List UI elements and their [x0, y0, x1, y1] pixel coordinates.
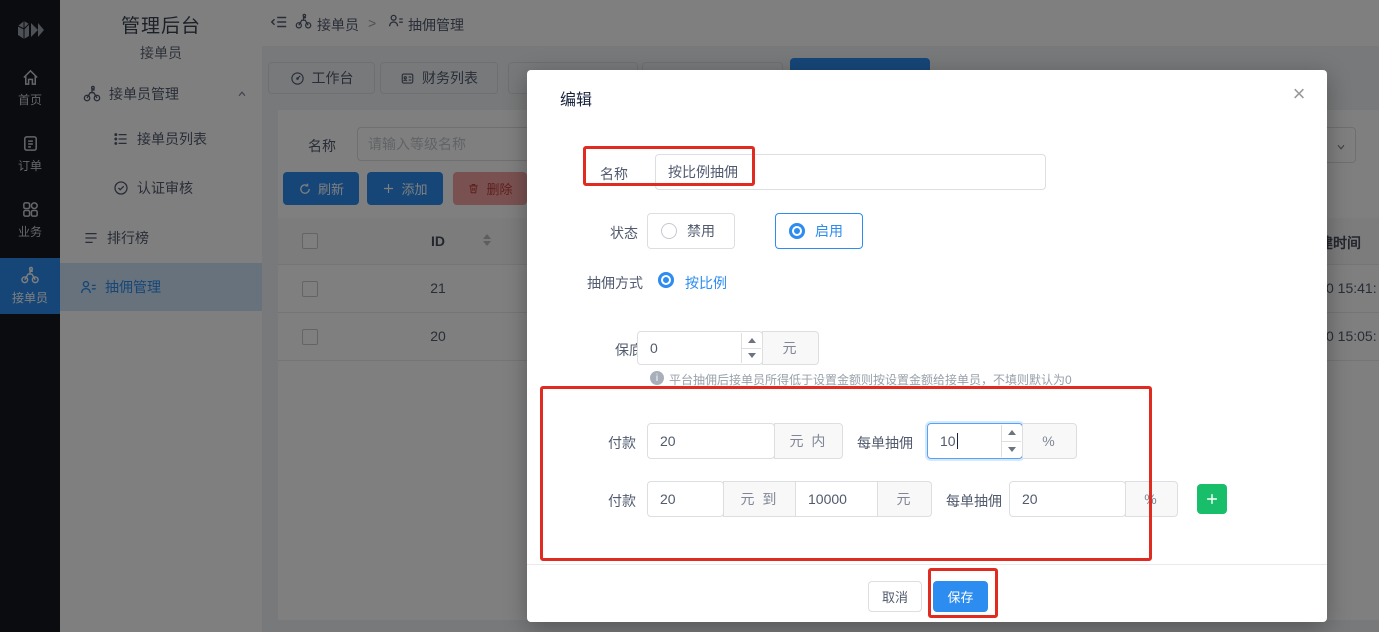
floor-input[interactable]: 0: [637, 331, 763, 365]
number-stepper[interactable]: [1001, 425, 1021, 457]
tier2-unit-mid-suffix: 元 到: [723, 481, 796, 517]
number-stepper[interactable]: [741, 333, 761, 363]
radio-on-icon[interactable]: [658, 272, 674, 288]
tier1-unit-suffix: 元 内: [774, 423, 843, 459]
floor-value: 0: [650, 340, 658, 356]
tier1-rate-unit-suffix: %: [1022, 423, 1077, 459]
screen: 首页 订单 业务 接单员 管理后台 接单员: [0, 0, 1379, 632]
tier2-pay-label: 付款: [608, 491, 636, 511]
name-input[interactable]: 按比例抽佣: [655, 154, 1046, 190]
save-button[interactable]: 保存: [933, 581, 988, 612]
floor-hint: 平台抽佣后接单员所得低于设置金额则按设置金额给接单员，不填则默认为0: [669, 371, 1072, 388]
status-off-label: 禁用: [687, 221, 715, 241]
floor-unit-suffix: 元: [762, 331, 819, 365]
tier2-rate-unit: %: [1144, 491, 1158, 507]
text-cursor: [957, 433, 958, 449]
tier2-from-input[interactable]: 20: [647, 481, 724, 517]
tier1-amount: 20: [660, 433, 676, 449]
close-icon[interactable]: ×: [1285, 80, 1313, 108]
radio-off-icon: [661, 223, 677, 239]
tier2-unit-end-suffix: 元: [877, 481, 932, 517]
tier2-from: 20: [660, 491, 676, 507]
tier1-rate-input[interactable]: 10: [927, 423, 1023, 459]
tier1-rate-unit: %: [1042, 433, 1056, 449]
tier2-rate-label: 每单抽佣: [946, 491, 1002, 511]
tier1-rate-label: 每单抽佣: [857, 433, 913, 453]
method-label: 抽佣方式: [587, 273, 643, 293]
name-value: 按比例抽佣: [668, 162, 738, 182]
tier2-to-input[interactable]: 10000: [795, 481, 878, 517]
edit-modal: 编辑 × 名称 按比例抽佣 状态 禁用 启用 抽佣方式 按比例 保底 0 元 i: [527, 70, 1327, 622]
tier2-unit-mid: 元 到: [741, 489, 779, 509]
tier2-rate-unit-suffix: %: [1125, 481, 1178, 517]
tier1-amount-input[interactable]: 20: [647, 423, 775, 459]
floor-unit: 元: [783, 338, 799, 358]
tier1-unit: 元 内: [790, 431, 828, 451]
status-on-label: 启用: [815, 221, 843, 241]
radio-on-icon: [789, 223, 805, 239]
modal-footer: 取消 保存: [527, 564, 1327, 622]
plus-icon: [1205, 492, 1219, 506]
tier2-to: 10000: [808, 491, 847, 507]
name-label: 名称: [600, 164, 628, 184]
info-icon: i: [650, 371, 664, 385]
tier2-rate: 20: [1022, 491, 1038, 507]
tier1-rate: 10: [940, 433, 956, 449]
method-value-label[interactable]: 按比例: [685, 273, 727, 293]
status-enabled-option[interactable]: 启用: [775, 213, 863, 249]
modal-title: 编辑: [560, 86, 592, 110]
tier2-rate-input[interactable]: 20: [1009, 481, 1126, 517]
status-label: 状态: [610, 223, 638, 243]
tier1-pay-label: 付款: [608, 433, 636, 453]
cancel-button[interactable]: 取消: [868, 581, 922, 612]
tier2-unit-end: 元: [897, 489, 913, 509]
add-tier-button[interactable]: [1197, 484, 1227, 514]
status-disabled-option[interactable]: 禁用: [647, 213, 735, 249]
